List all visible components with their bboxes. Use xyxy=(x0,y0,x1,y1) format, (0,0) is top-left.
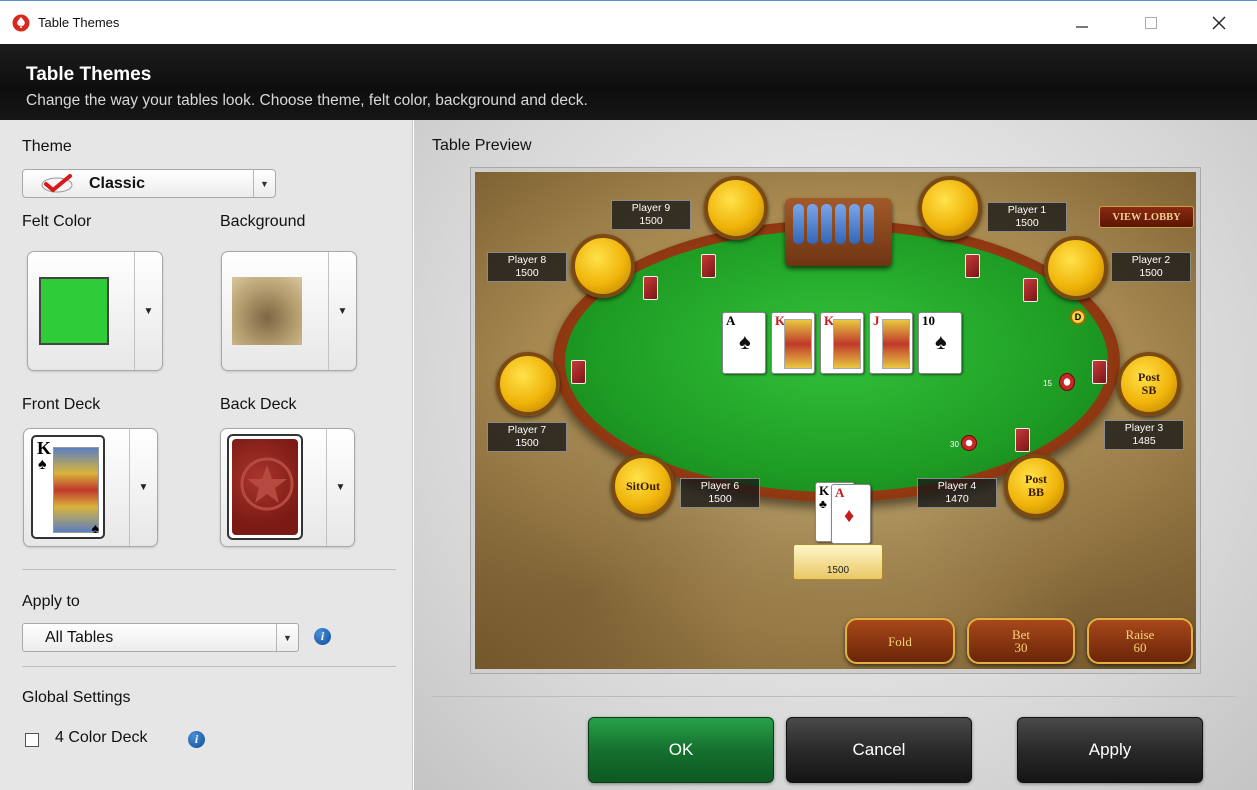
dialog-header: Table Themes Change the way your tables … xyxy=(0,44,1257,120)
post-sb-label: Post SB xyxy=(1138,370,1160,397)
divider xyxy=(432,696,1236,697)
card-back-image xyxy=(227,434,303,540)
player-plate: Player 1 1500 xyxy=(987,202,1067,232)
card-back xyxy=(643,276,658,300)
card-back xyxy=(1015,428,1030,452)
seat-9 xyxy=(704,176,768,240)
front-deck-picker[interactable]: K ♠ ♠ ▼ xyxy=(23,428,158,547)
window-title: Table Themes xyxy=(38,15,120,30)
close-icon xyxy=(1212,16,1226,30)
felt-color-picker[interactable]: ▼ xyxy=(27,251,163,371)
felt-color-swatch xyxy=(39,277,109,345)
table-preview: VIEW LOBBY Post SB SitOut Post BB Player… xyxy=(475,172,1196,669)
seat-2 xyxy=(1044,236,1108,300)
apply-to-label: Apply to xyxy=(22,593,80,610)
chip-rack xyxy=(785,198,892,266)
seat-1 xyxy=(918,176,982,240)
chip-stack xyxy=(1059,373,1075,391)
star-logo-icon xyxy=(240,457,294,511)
theme-dropdown[interactable]: Classic ▼ xyxy=(22,169,276,198)
seat-8 xyxy=(571,234,635,298)
header-title: Table Themes xyxy=(26,64,152,85)
board-card: J xyxy=(869,312,913,374)
sitout-label: SitOut xyxy=(625,478,660,493)
view-lobby-button[interactable]: VIEW LOBBY xyxy=(1099,206,1194,228)
table-preview-frame: VIEW LOBBY Post SB SitOut Post BB Player… xyxy=(470,167,1201,674)
king-card-image: K ♠ ♠ xyxy=(31,435,105,539)
maximize-icon xyxy=(1145,17,1157,29)
bet-amount: 30 xyxy=(1014,640,1028,655)
board-card: K xyxy=(771,312,815,374)
bb-bet-amount: 30 xyxy=(950,440,959,449)
player-plate: Player 6 1500 xyxy=(680,478,760,508)
card-back xyxy=(1023,278,1038,302)
player-plate: Player 3 1485 xyxy=(1104,420,1184,450)
header-subtitle: Change the way your tables look. Choose … xyxy=(26,92,588,109)
seat-7 xyxy=(496,352,560,416)
chevron-down-icon[interactable]: ▼ xyxy=(134,252,162,370)
ok-button[interactable]: OK xyxy=(588,717,774,783)
checkmark-icon xyxy=(41,174,73,193)
four-color-deck-label[interactable]: 4 Color Deck xyxy=(55,729,147,747)
maximize-button[interactable] xyxy=(1128,7,1174,39)
info-icon[interactable]: i xyxy=(314,628,331,645)
apply-to-value: All Tables xyxy=(45,629,114,646)
hero-stack-plate: 1500 xyxy=(793,544,883,580)
board-card: A ♠ xyxy=(722,312,766,374)
window-titlebar: Table Themes xyxy=(0,0,1257,44)
post-bb-label: Post BB xyxy=(1025,472,1047,499)
hero-card: A ♦ xyxy=(831,484,871,544)
minimize-button[interactable] xyxy=(1059,7,1105,39)
chevron-down-icon[interactable]: ▼ xyxy=(276,624,298,651)
table-preview-label: Table Preview xyxy=(432,137,532,154)
four-color-deck-checkbox[interactable] xyxy=(25,733,39,747)
cancel-button[interactable]: Cancel xyxy=(786,717,972,783)
card-back xyxy=(701,254,716,278)
back-deck-label: Back Deck xyxy=(220,396,297,413)
felt-color-label: Felt Color xyxy=(22,213,92,230)
bet-button[interactable]: Bet 30 xyxy=(967,618,1075,664)
background-label: Background xyxy=(220,213,306,230)
card-back xyxy=(571,360,586,384)
card-back xyxy=(1092,360,1107,384)
fold-button[interactable]: Fold xyxy=(845,618,955,664)
player-plate: Player 4 1470 xyxy=(917,478,997,508)
front-deck-label: Front Deck xyxy=(22,396,101,413)
chevron-down-icon[interactable]: ▼ xyxy=(326,429,354,546)
spade-logo-icon xyxy=(12,14,30,32)
sb-bet-amount: 15 xyxy=(1043,379,1052,388)
player-plate: Player 8 1500 xyxy=(487,252,567,282)
chevron-down-icon[interactable]: ▼ xyxy=(328,252,356,370)
raise-amount: 60 xyxy=(1133,640,1147,655)
info-icon[interactable]: i xyxy=(188,731,205,748)
seat-4: Post BB xyxy=(1004,454,1068,518)
global-settings-label: Global Settings xyxy=(22,689,131,706)
seat-6[interactable]: SitOut xyxy=(611,454,675,518)
chip-stack xyxy=(961,435,977,451)
hero-stack-value: 1500 xyxy=(826,565,850,576)
apply-button[interactable]: Apply xyxy=(1017,717,1203,783)
chevron-down-icon[interactable]: ▼ xyxy=(129,429,157,546)
theme-value: Classic xyxy=(89,175,146,192)
apply-to-dropdown[interactable]: All Tables ▼ xyxy=(22,623,299,652)
raise-button[interactable]: Raise 60 xyxy=(1087,618,1193,664)
seat-3: Post SB xyxy=(1117,352,1181,416)
close-button[interactable] xyxy=(1196,7,1242,39)
player-plate: Player 2 1500 xyxy=(1111,252,1191,282)
card-back xyxy=(965,254,980,278)
player-plate: Player 9 1500 xyxy=(611,200,691,230)
divider xyxy=(22,666,396,667)
theme-label: Theme xyxy=(22,138,72,155)
background-thumbnail xyxy=(232,277,302,345)
board-card: 10 ♠ xyxy=(918,312,962,374)
settings-panel: Theme Classic ▼ Felt Color Background ▼ … xyxy=(0,120,413,790)
divider xyxy=(22,569,396,570)
background-picker[interactable]: ▼ xyxy=(221,251,357,371)
back-deck-picker[interactable]: ▼ xyxy=(220,428,355,547)
minimize-icon xyxy=(1076,26,1088,28)
dealer-button: D xyxy=(1070,309,1086,325)
player-plate: Player 7 1500 xyxy=(487,422,567,452)
chevron-down-icon[interactable]: ▼ xyxy=(253,170,275,197)
board-card: K xyxy=(820,312,864,374)
